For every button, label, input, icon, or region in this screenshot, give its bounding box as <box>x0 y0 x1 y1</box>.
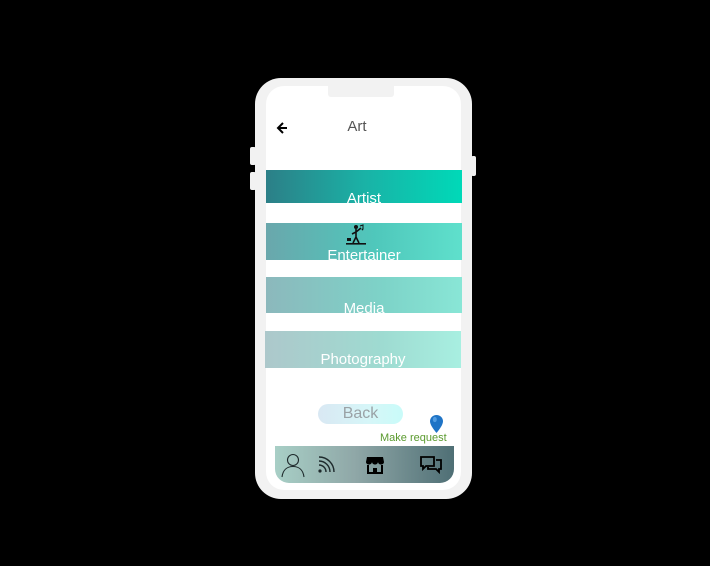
back-button[interactable]: Back <box>318 404 403 424</box>
nav-profile[interactable] <box>275 446 311 483</box>
user-icon <box>281 453 305 477</box>
entertainer-icon <box>346 224 366 245</box>
category-label: Entertainer <box>327 247 401 260</box>
bottom-nav-bar <box>275 446 454 483</box>
phone-notch <box>328 86 394 97</box>
category-photography[interactable]: Photography <box>265 331 461 368</box>
category-label: Media <box>343 300 385 313</box>
category-artist[interactable]: Artist <box>266 170 462 203</box>
back-arrow-button[interactable] <box>275 120 289 136</box>
category-media[interactable]: Media <box>266 277 462 313</box>
nav-store[interactable] <box>357 446 393 483</box>
arrow-left-icon <box>276 122 287 134</box>
chat-icon <box>420 455 442 474</box>
nav-chat[interactable] <box>413 446 449 483</box>
page-title: Art <box>347 118 367 135</box>
nav-feed[interactable] <box>308 446 344 483</box>
store-icon <box>366 456 384 474</box>
category-label: Artist <box>346 190 382 203</box>
category-label: Photography <box>320 351 406 368</box>
map-pin-icon[interactable] <box>429 414 444 434</box>
make-request-link[interactable]: Make request <box>380 432 454 444</box>
feed-icon <box>318 455 335 473</box>
